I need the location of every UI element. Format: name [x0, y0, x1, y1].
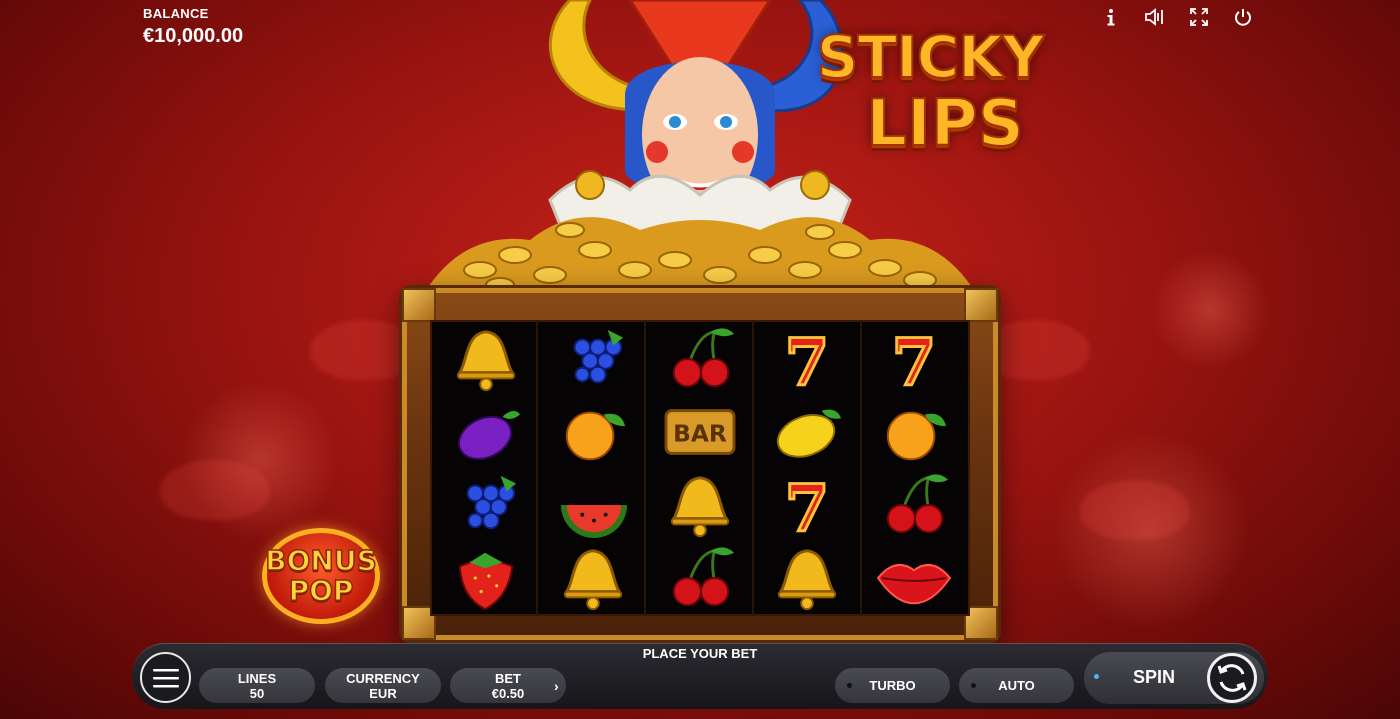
- bonus-pop-line-2: POP: [288, 574, 354, 607]
- reel-symbol-plum: [432, 395, 539, 468]
- reel-symbol-bell: [646, 468, 753, 541]
- reel-symbol-bell: [432, 322, 539, 395]
- seven-icon: 7: [783, 470, 831, 540]
- cherry-icon: [672, 327, 735, 387]
- reel-symbol-lips: [861, 541, 968, 614]
- bet-value: €0.50: [491, 685, 525, 701]
- cherry-icon: [887, 473, 949, 533]
- refresh-icon: [1217, 664, 1247, 692]
- lemon-icon: [777, 409, 842, 458]
- info-icon[interactable]: [1100, 6, 1122, 28]
- spin-label[interactable]: SPIN: [1133, 667, 1175, 688]
- gold-coin-pile: [420, 217, 980, 300]
- currency-value: EUR: [369, 685, 397, 701]
- svg-text:7: 7: [785, 325, 830, 394]
- turbo-indicator: [847, 683, 852, 688]
- top-toolbar: [1100, 6, 1254, 28]
- reel-symbol-orange: [861, 395, 968, 468]
- reel-symbol-grapes: [539, 322, 646, 395]
- turbo-label: TURBO: [869, 678, 916, 693]
- sound-icon[interactable]: [1144, 6, 1166, 28]
- grapes-icon: [466, 475, 516, 529]
- bell-icon: [563, 548, 622, 610]
- background-bokeh: [1150, 250, 1270, 370]
- reel-symbol-seven: 7: [754, 468, 861, 541]
- reel-symbol-bar: BAR: [646, 395, 753, 468]
- svg-text:7: 7: [785, 471, 830, 540]
- power-icon[interactable]: [1232, 6, 1254, 28]
- balance-display: BALANCE €10,000.00: [143, 6, 243, 48]
- background-lipmark: [1080, 480, 1190, 540]
- strawberry-icon: [458, 552, 513, 610]
- fullscreen-icon[interactable]: [1188, 6, 1210, 28]
- orange-icon: [565, 411, 625, 460]
- chest-corner: [964, 288, 998, 322]
- reel-symbol-grapes: [432, 468, 539, 541]
- background-lipmark: [160, 460, 270, 520]
- menu-button[interactable]: [140, 652, 191, 703]
- lines-label: LINES: [237, 670, 277, 686]
- reel-symbol-cherry: [646, 541, 753, 614]
- spin-indicator: [1094, 674, 1099, 679]
- bet-increase-icon[interactable]: ›: [554, 678, 559, 694]
- reels-grid: 7 7 BAR 7: [430, 320, 970, 616]
- currency-label: CURRENCY: [346, 670, 420, 686]
- svg-text:7: 7: [892, 325, 937, 394]
- bell-icon: [456, 329, 515, 391]
- reel-symbol-watermelon: [539, 468, 646, 541]
- turbo-toggle[interactable]: TURBO: [835, 668, 950, 703]
- seven-icon: 7: [783, 324, 831, 394]
- reel-symbol-bell: [539, 541, 646, 614]
- reel-symbol-bell: [754, 541, 861, 614]
- lips-icon: [877, 563, 952, 604]
- seven-icon: 7: [891, 324, 939, 394]
- auto-label: AUTO: [998, 678, 1035, 693]
- bell-icon: [670, 475, 730, 537]
- reel-symbol-lemon: [754, 395, 861, 468]
- reel-symbol-orange: [539, 395, 646, 468]
- bar-icon: BAR: [664, 408, 736, 455]
- reel-divider: [644, 320, 646, 616]
- bet-selector[interactable]: BET €0.50: [450, 668, 566, 703]
- reel-symbol-cherry: [646, 322, 753, 395]
- currency-selector[interactable]: CURRENCY EUR: [325, 668, 441, 703]
- reel-divider: [860, 320, 862, 616]
- auto-indicator: [971, 683, 976, 688]
- reel-symbol-strawberry: [432, 541, 539, 614]
- bonus-pop-badge: BONUS POP: [262, 528, 380, 624]
- plum-icon: [457, 410, 520, 460]
- grapes-icon: [573, 329, 623, 383]
- reel-divider: [536, 320, 538, 616]
- chest-corner: [402, 288, 436, 322]
- title-line-1: STICKY: [816, 23, 1045, 91]
- hamburger-icon: [152, 668, 179, 687]
- bonus-pop-line-1: BONUS: [265, 544, 378, 577]
- reel-symbol-seven: 7: [861, 322, 968, 395]
- reel-symbol-seven: 7: [754, 322, 861, 395]
- cherry-icon: [672, 546, 735, 606]
- orange-icon: [887, 411, 947, 460]
- lines-selector[interactable]: LINES 50: [199, 668, 315, 703]
- spin-button[interactable]: [1207, 653, 1257, 703]
- lines-value: 50: [249, 685, 265, 701]
- bet-label: BET: [495, 670, 521, 686]
- reel-symbol-cherry: [861, 468, 968, 541]
- reel-divider: [752, 320, 754, 616]
- svg-text:BAR: BAR: [673, 419, 727, 447]
- game-title-logo: STICKY LIPS: [815, 23, 1045, 161]
- title-line-2: LIPS: [865, 87, 1025, 161]
- auto-toggle[interactable]: AUTO: [959, 668, 1074, 703]
- bell-icon: [778, 548, 837, 610]
- watermelon-icon: [560, 504, 627, 538]
- balance-value: €10,000.00: [143, 25, 244, 47]
- balance-label: BALANCE: [143, 6, 209, 21]
